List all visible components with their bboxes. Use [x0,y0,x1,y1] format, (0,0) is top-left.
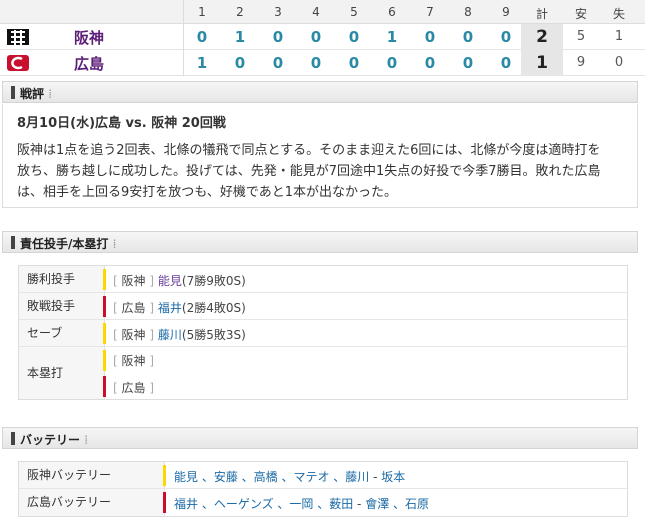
inning-5-header: 5 [350,5,358,19]
inning-score: 0 [272,28,284,46]
pitchers-section-header: 責任投手/本塁打 ⁞ [2,231,638,253]
inning-score: 0 [386,54,398,72]
inning-7-header: 7 [426,5,434,19]
section-title: バッテリー ⁞ [20,433,90,447]
errors-header: 失 [612,7,625,21]
row-label: 阪神バッテリー [19,462,165,488]
inning-score: 0 [500,54,512,72]
homerun-team: [ 阪神 ] [113,354,155,368]
inning-score: 1 [196,54,208,72]
team-color-marker [163,492,166,513]
hits: 9 [576,55,586,70]
inning-1-header: 1 [198,5,206,19]
inning-score: 0 [310,28,322,46]
team-name[interactable]: 阪神 [74,27,104,48]
section-marker-icon [11,236,15,249]
inning-score: 0 [424,54,436,72]
player-link[interactable]: 能見 [158,274,182,288]
hits-header: 安 [574,7,587,21]
win-pitcher-row: 勝利投手 [ 阪神 ] 能見(7勝9敗0S) [19,266,627,293]
inning-6-header: 6 [388,5,396,19]
team-row-hanshin: 阪神 0 1 0 0 0 1 0 0 0 2 5 1 [0,24,645,50]
review-title: 8月10日(水)広島 vs. 阪神 20回戦 [17,116,226,131]
inning-3-header: 3 [274,5,282,19]
inning-score: 0 [196,28,208,46]
total-runs: 2 [521,24,563,50]
battery-row-hiroshima: 広島バッテリー 福井 、ヘーゲンズ 、一岡 、薮田 - 會澤 、石原 [19,489,627,516]
pitchers-table: 勝利投手 [ 阪神 ] 能見(7勝9敗0S) 敗戦投手 [ 広島 ] 福井(2勝… [18,265,628,400]
battery-pitchers[interactable]: 能見 、安藤 、高橋 、マテオ 、藤川 - 坂本 [174,468,405,485]
section-marker-icon [11,86,15,99]
inning-score: 0 [500,28,512,46]
loss-pitcher-row: 敗戦投手 [ 広島 ] 福井(2勝4敗0S) [19,293,627,320]
hanshin-logo-icon [7,29,29,45]
team-row-hiroshima: 広島 1 0 0 0 0 0 0 0 0 1 9 0 [0,50,645,76]
hiroshima-logo-icon [7,55,29,71]
errors: 1 [614,29,624,44]
team-color-marker [103,350,106,371]
inning-2-header: 2 [236,5,244,19]
save-pitcher-value: [ 阪神 ] 藤川(5勝5敗3S) [113,328,246,342]
review-line: 放ち、勝ち越しに成功した。投げては、先発・能見が7回途中1失点の好投で今季7勝目… [17,164,601,179]
section-marker-icon [11,432,15,445]
total-runs: 1 [521,50,563,76]
battery-pitchers[interactable]: 福井 、ヘーゲンズ 、一岡 、薮田 - 會澤 、石原 [174,495,429,512]
inning-score: 1 [386,28,398,46]
row-label: 敗戦投手 [19,293,105,319]
review-body: 阪神は1点を追う2回表、北條の犠飛で同点とする。そのまま迎えた6回には、北條が今… [17,140,629,203]
section-title: 責任投手/本塁打 ⁞ [20,237,118,251]
inning-score: 0 [462,54,474,72]
player-link[interactable]: 福井 [158,301,182,315]
review-line: は、相手を上回る9安打を放つも、好機であと1本が出なかった。 [17,185,398,200]
team-color-marker [103,376,106,397]
row-label: 本塁打 [19,347,105,399]
inning-score: 0 [424,28,436,46]
inning-score: 0 [272,54,284,72]
row-label: 広島バッテリー [19,489,165,516]
inning-score: 0 [234,54,246,72]
team-color-marker [163,465,166,486]
section-title: 戦評 ⁞ [20,87,54,101]
team-name[interactable]: 広島 [74,53,104,74]
review-line: 阪神は1点を追う2回表、北條の犠飛で同点とする。そのまま迎えた6回には、北條が今… [17,143,601,158]
player-link[interactable]: 藤川 [158,328,182,342]
loss-pitcher-value: [ 広島 ] 福井(2勝4敗0S) [113,301,246,315]
homerun-row: 本塁打 [ 阪神 ] [ 広島 ] [19,347,627,399]
scoreboard-divider [183,0,184,76]
inning-score: 0 [348,28,360,46]
review-section-header: 戦評 ⁞ [2,81,638,103]
inning-score: 0 [462,28,474,46]
battery-row-hanshin: 阪神バッテリー 能見 、安藤 、高橋 、マテオ 、藤川 - 坂本 [19,462,627,489]
battery-section-header: バッテリー ⁞ [2,427,638,449]
inning-4-header: 4 [312,5,320,19]
team-color-marker [103,296,106,317]
row-label: セーブ [19,320,105,346]
scoreboard: 1 2 3 4 5 6 7 8 9 計 安 失 阪神 0 1 0 0 0 1 0… [0,0,645,76]
scoreboard-header: 1 2 3 4 5 6 7 8 9 計 安 失 [0,0,645,24]
total-header: 計 [535,7,548,21]
row-label: 勝利投手 [19,266,105,292]
inning-8-header: 8 [464,5,472,19]
team-color-marker [103,269,106,290]
review-panel: 8月10日(水)広島 vs. 阪神 20回戦 阪神は1点を追う2回表、北條の犠飛… [2,104,638,208]
homerun-team: [ 広島 ] [113,381,155,395]
inning-9-header: 9 [502,5,510,19]
save-pitcher-row: セーブ [ 阪神 ] 藤川(5勝5敗3S) [19,320,627,347]
inning-score: 1 [234,28,246,46]
inning-score: 0 [348,54,360,72]
hits: 5 [576,29,586,44]
inning-score: 0 [310,54,322,72]
team-color-marker [103,323,106,344]
battery-table: 阪神バッテリー 能見 、安藤 、高橋 、マテオ 、藤川 - 坂本 広島バッテリー… [18,461,628,517]
errors: 0 [614,55,624,70]
win-pitcher-value: [ 阪神 ] 能見(7勝9敗0S) [113,274,246,288]
